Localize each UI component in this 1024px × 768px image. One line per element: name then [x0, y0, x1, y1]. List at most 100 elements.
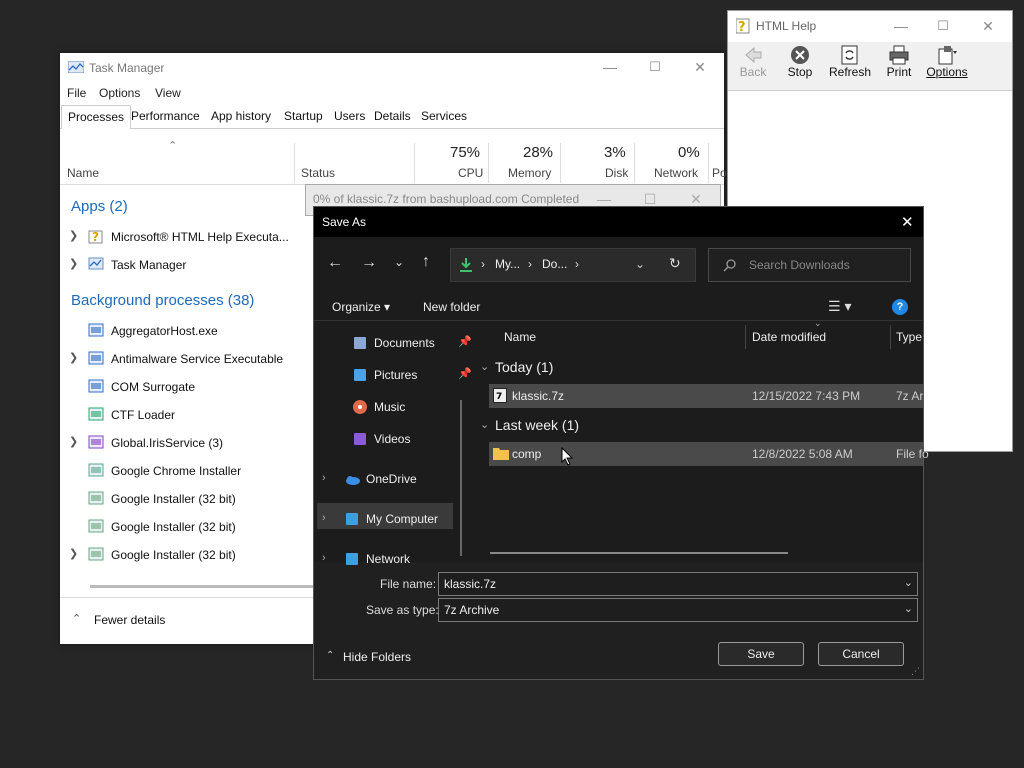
col-network[interactable]: Network: [654, 166, 698, 180]
pin-icon[interactable]: 📌: [458, 335, 472, 348]
file-row[interactable]: comp 12/8/2022 5:08 AM File fo: [489, 442, 929, 466]
organize-button[interactable]: Organize ▾: [332, 300, 390, 314]
sort-up-icon[interactable]: ⌃: [168, 139, 177, 152]
group-header-last-week[interactable]: Last week (1): [495, 417, 579, 433]
save-button[interactable]: Save: [718, 642, 804, 666]
chevron-down-icon[interactable]: ⌄: [480, 418, 489, 431]
col-disk[interactable]: Disk: [605, 166, 628, 180]
close-button[interactable]: ✕: [692, 59, 708, 75]
process-row[interactable]: ❯ Google Installer (32 bit): [60, 542, 300, 568]
close-button[interactable]: ✕: [688, 191, 704, 207]
up-arrow-icon[interactable]: ↑: [422, 253, 430, 271]
print-button[interactable]: Print: [874, 42, 924, 79]
search-input[interactable]: Search Downloads: [708, 248, 911, 282]
process-row[interactable]: ❯ Global.IrisService (3): [60, 430, 300, 456]
hide-folders-button[interactable]: Hide Folders: [343, 650, 411, 664]
col-status[interactable]: Status: [301, 166, 335, 180]
chevron-up-icon[interactable]: ⌃: [72, 612, 81, 625]
horizontal-scrollbar[interactable]: [490, 552, 788, 554]
process-row[interactable]: ❯ Antimalware Service Executable: [60, 346, 300, 372]
refresh-icon[interactable]: ↻: [669, 255, 681, 272]
process-row[interactable]: Google Installer (32 bit): [60, 486, 300, 512]
menu-file[interactable]: File: [67, 86, 86, 100]
chevron-right-icon[interactable]: ❯: [69, 435, 78, 448]
horizontal-scrollbar[interactable]: [90, 585, 350, 588]
col-date-modified[interactable]: Date modified: [752, 330, 826, 344]
menu-view[interactable]: View: [155, 86, 181, 100]
help-icon[interactable]: ?: [892, 299, 908, 315]
file-row[interactable]: 7 klassic.7z 12/15/2022 7:43 PM 7z Ar: [489, 384, 923, 408]
resize-grip-icon[interactable]: ⋰: [911, 666, 920, 677]
breadcrumb-downloads[interactable]: Do...: [542, 257, 567, 271]
chevron-right-icon[interactable]: ›: [322, 472, 326, 484]
new-folder-button[interactable]: New folder: [423, 300, 480, 314]
maximize-button[interactable]: ☐: [647, 59, 663, 75]
col-name[interactable]: Name: [67, 166, 99, 180]
tab-users[interactable]: Users: [334, 109, 365, 123]
menu-options[interactable]: Options: [99, 86, 140, 100]
file-name-input[interactable]: klassic.7z ⌄: [438, 572, 918, 596]
save-as-type-select[interactable]: 7z Archive ⌄: [438, 598, 918, 622]
recent-locations-chevron-icon[interactable]: ⌄: [394, 255, 404, 269]
process-row[interactable]: Google Chrome Installer: [60, 458, 300, 484]
chevron-down-icon[interactable]: ⌄: [904, 602, 913, 615]
col-cpu[interactable]: CPU: [458, 166, 483, 180]
minimize-button[interactable]: —: [893, 18, 909, 34]
sidebar-item-my-computer[interactable]: My Computer ›: [322, 511, 464, 529]
stop-button[interactable]: Stop: [775, 42, 825, 79]
process-row[interactable]: ❯ ? Microsoft® HTML Help Executa...: [60, 224, 300, 250]
tab-processes[interactable]: Processes: [61, 105, 132, 129]
pin-icon[interactable]: 📌: [458, 367, 472, 380]
sidebar-item-videos[interactable]: Videos: [352, 431, 472, 449]
col-power[interactable]: Po: [712, 166, 727, 180]
chevron-right-icon[interactable]: ›: [575, 257, 579, 271]
save-as-titlebar[interactable]: Save As ✕: [314, 207, 923, 237]
background-section-header[interactable]: Background processes (38): [71, 292, 254, 309]
tab-details[interactable]: Details: [374, 109, 411, 123]
sidebar-item-pictures[interactable]: Pictures 📌: [352, 367, 472, 385]
refresh-button[interactable]: Refresh: [825, 42, 875, 79]
process-row[interactable]: Google Installer (32 bit): [60, 514, 300, 540]
chevron-right-icon[interactable]: ❯: [69, 351, 78, 364]
sidebar-item-music[interactable]: Music: [352, 399, 472, 417]
task-manager-titlebar[interactable]: Task Manager — ☐ ✕: [60, 53, 724, 83]
tab-performance[interactable]: Performance: [131, 109, 200, 123]
sidebar-item-documents[interactable]: Documents 📌: [352, 335, 472, 353]
cancel-button[interactable]: Cancel: [818, 642, 904, 666]
minimize-button[interactable]: —: [596, 191, 612, 207]
process-row[interactable]: COM Surrogate: [60, 374, 300, 400]
options-button[interactable]: Options: [922, 42, 972, 79]
sidebar-item-onedrive[interactable]: OneDrive ›: [322, 471, 464, 489]
process-row[interactable]: CTF Loader: [60, 402, 300, 428]
chevron-down-icon[interactable]: ⌄: [904, 576, 913, 589]
chevron-right-icon[interactable]: ›: [322, 512, 326, 524]
view-options-icon[interactable]: ☰ ▾: [828, 298, 851, 315]
chevron-down-icon[interactable]: ⌄: [480, 360, 489, 373]
close-button[interactable]: ✕: [901, 213, 914, 231]
close-button[interactable]: ✕: [980, 18, 996, 34]
forward-arrow-icon[interactable]: →: [361, 254, 377, 272]
chevron-up-icon[interactable]: ⌃: [326, 650, 334, 661]
tab-services[interactable]: Services: [421, 109, 467, 123]
tab-startup[interactable]: Startup: [284, 109, 323, 123]
tab-app-history[interactable]: App history: [211, 109, 271, 123]
address-bar[interactable]: › My... › Do... › ⌄ ↻: [450, 248, 696, 282]
fewer-details-button[interactable]: Fewer details: [94, 613, 165, 627]
sidebar-item-network[interactable]: Network ›: [322, 551, 464, 569]
maximize-button[interactable]: ☐: [642, 191, 658, 207]
chevron-right-icon[interactable]: ›: [322, 552, 326, 564]
back-button[interactable]: Back: [728, 42, 778, 79]
back-arrow-icon[interactable]: ←: [327, 254, 343, 272]
col-name[interactable]: Name: [504, 330, 536, 344]
col-memory[interactable]: Memory: [508, 166, 551, 180]
chevron-right-icon[interactable]: ❯: [69, 547, 78, 560]
chevron-right-icon[interactable]: ❯: [69, 257, 78, 270]
apps-section-header[interactable]: Apps (2): [71, 198, 128, 215]
maximize-button[interactable]: ☐: [935, 18, 951, 34]
address-dropdown-icon[interactable]: ⌄: [635, 257, 645, 271]
process-row[interactable]: ❯ Task Manager: [60, 252, 300, 278]
process-row[interactable]: AggregatorHost.exe: [60, 318, 300, 344]
col-type[interactable]: Type: [896, 330, 922, 344]
minimize-button[interactable]: —: [602, 59, 618, 75]
breadcrumb-my-computer[interactable]: My...: [495, 257, 520, 271]
